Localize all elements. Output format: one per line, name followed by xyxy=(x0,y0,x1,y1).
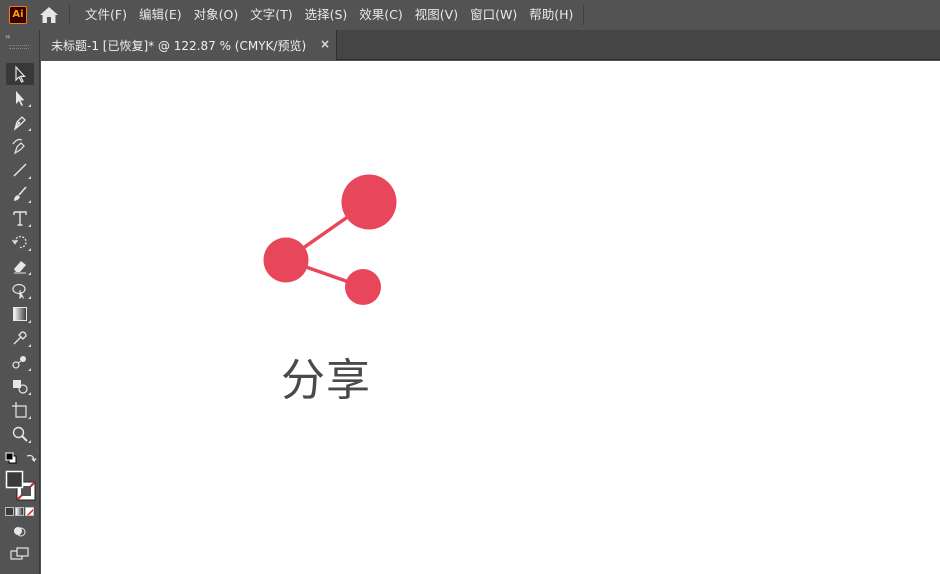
menu-view[interactable]: 视图(V) xyxy=(409,0,464,30)
document-tab[interactable]: 未标题-1 [已恢复]* @ 122.87 % (CMYK/预览) × xyxy=(41,30,337,60)
gradient-tool[interactable] xyxy=(6,303,34,325)
color-button[interactable] xyxy=(5,507,14,516)
curvature-pen-icon xyxy=(12,138,25,155)
direct-selection-tool[interactable] xyxy=(6,87,34,109)
share-icon-artwork[interactable] xyxy=(41,61,940,574)
menu-help[interactable]: 帮助(H) xyxy=(523,0,579,30)
rotate-icon xyxy=(11,235,27,249)
screen-mode-button[interactable] xyxy=(10,547,30,561)
eyedropper-icon xyxy=(13,331,27,345)
eyedropper-tool[interactable] xyxy=(6,327,34,349)
menu-separator xyxy=(69,5,70,25)
document-tab-label: 未标题-1 [已恢复]* @ 122.87 % (CMYK/预览) xyxy=(51,38,307,53)
type-icon xyxy=(13,211,27,226)
menu-select[interactable]: 选择(S) xyxy=(299,0,354,30)
zoom-tool[interactable] xyxy=(6,423,34,445)
eraser-tool[interactable] xyxy=(6,255,34,277)
warp-icon xyxy=(12,283,26,299)
menu-type[interactable]: 文字(T) xyxy=(244,0,298,30)
fill-stroke-widget[interactable] xyxy=(5,470,37,502)
panel-grip[interactable] xyxy=(9,45,29,49)
arrow-icon xyxy=(15,65,26,83)
type-tool[interactable] xyxy=(6,207,34,229)
selection-tool[interactable] xyxy=(6,63,34,85)
document-tab-bar: 未标题-1 [已恢复]* @ 122.87 % (CMYK/预览) × xyxy=(41,30,940,60)
menu-file[interactable]: 文件(F) xyxy=(79,0,133,30)
drawing-modes-button[interactable] xyxy=(12,524,28,538)
pen-icon xyxy=(13,116,26,131)
shape-builder-icon xyxy=(13,380,28,394)
draw-modes-icon xyxy=(14,527,26,537)
color-mode-buttons xyxy=(5,507,35,517)
menu-window[interactable]: 窗口(W) xyxy=(464,0,523,30)
share-node-top[interactable] xyxy=(341,174,397,230)
menu-bar: Ai 文件(F) 编辑(E) 对象(O) 文字(T) 选择(S) 效果(C) 视… xyxy=(0,0,940,30)
gradient-button[interactable] xyxy=(15,507,24,516)
rotate-tool[interactable] xyxy=(6,231,34,253)
none-button[interactable] xyxy=(25,507,34,516)
artboard-tool[interactable] xyxy=(6,399,34,421)
line-tool[interactable] xyxy=(6,159,34,181)
brush-icon xyxy=(14,186,27,201)
puppet-warp-tool[interactable] xyxy=(6,279,34,301)
line-icon xyxy=(13,163,27,177)
share-node-left[interactable] xyxy=(263,237,309,283)
collapse-panel-button[interactable]: ›› xyxy=(5,32,11,41)
menu-separator xyxy=(583,5,585,25)
screen-mode-icon xyxy=(10,547,29,560)
share-text[interactable]: 分享 xyxy=(281,344,371,408)
paintbrush-tool[interactable] xyxy=(6,183,34,205)
swap-arrow-icon xyxy=(26,454,37,462)
pen-tool[interactable] xyxy=(6,111,34,133)
artboard-canvas[interactable]: 分享 xyxy=(41,61,940,574)
blend-icon xyxy=(12,356,26,369)
menu-items: 文件(F) 编辑(E) 对象(O) 文字(T) 选择(S) 效果(C) 视图(V… xyxy=(79,0,579,30)
zoom-icon xyxy=(12,426,28,442)
swap-colors-button[interactable] xyxy=(25,452,37,464)
share-node-bottom[interactable] xyxy=(345,269,381,305)
shape-builder-tool[interactable] xyxy=(6,375,34,397)
default-colors-button[interactable] xyxy=(5,452,17,464)
menu-edit[interactable]: 编辑(E) xyxy=(133,0,188,30)
close-tab-icon[interactable]: × xyxy=(320,37,330,51)
menu-object[interactable]: 对象(O) xyxy=(188,0,245,30)
curvature-tool[interactable] xyxy=(6,135,34,157)
menu-effect[interactable]: 效果(C) xyxy=(353,0,408,30)
fill-swatch[interactable] xyxy=(5,470,24,489)
tools-panel: ›› xyxy=(0,30,40,574)
gradient-icon xyxy=(13,307,27,321)
artboard-icon xyxy=(12,402,27,418)
default-colors-icon xyxy=(5,452,17,464)
home-icon[interactable] xyxy=(38,4,60,26)
blend-tool[interactable] xyxy=(6,351,34,373)
eraser-icon xyxy=(14,261,26,274)
solid-arrow-icon xyxy=(16,91,25,106)
illustrator-logo: Ai xyxy=(9,6,27,24)
